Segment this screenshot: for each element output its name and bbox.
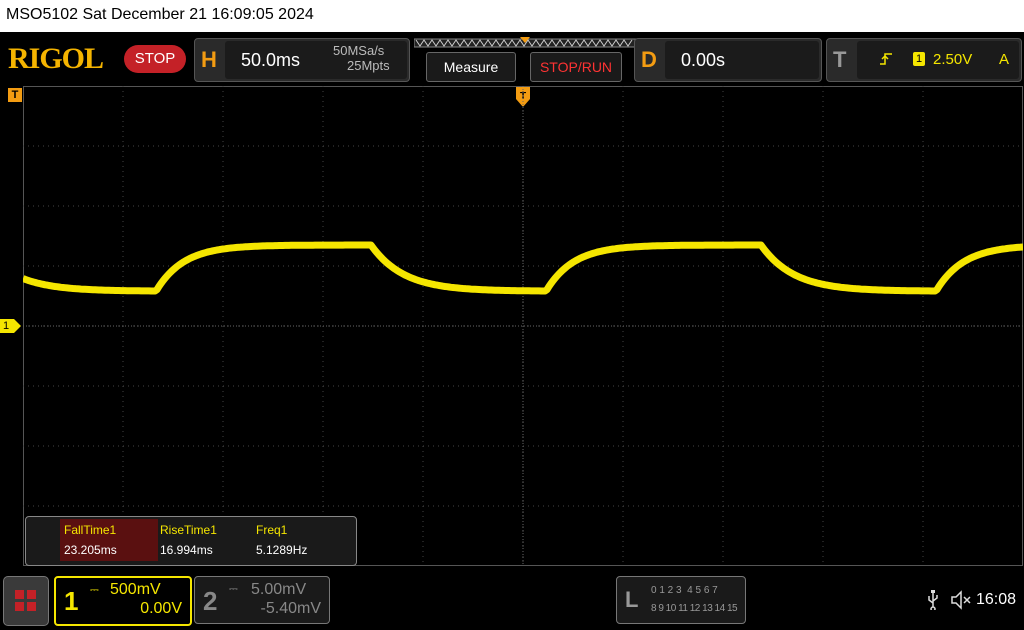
delay-letter: D (641, 47, 657, 72)
meas-value-falltime: 23.205ms (64, 543, 117, 557)
channel1-panel[interactable]: 1 ⎓ 500mV 0.00V (54, 576, 192, 626)
stop-run-button[interactable]: STOP/RUN (530, 52, 622, 82)
measurement-panel[interactable]: FallTime1 RiseTime1 Freq1 23.205ms 16.99… (25, 516, 357, 566)
delay-value: 0.00s (681, 50, 726, 70)
channel2-number: 2 (203, 586, 218, 616)
logic-channels-row2: 8 9 10 11 12 13 14 15 (651, 603, 738, 614)
channel2-scale: 5.00mV (251, 581, 307, 598)
graticule (23, 86, 1023, 566)
trigger-position-marker[interactable]: T (8, 88, 22, 108)
channel2-panel[interactable]: 2 ⎓ 5.00mV -5.40mV (194, 576, 330, 624)
channel2-offset: -5.40mV (260, 600, 321, 617)
menu-button[interactable] (3, 576, 49, 626)
meas-value-risetime: 16.994ms (160, 543, 213, 557)
timebase-value: 50.0ms (241, 50, 301, 70)
mute-icon[interactable] (950, 590, 972, 610)
horizontal-panel[interactable]: H 50.0ms 50MSa/s 25Mpts (194, 38, 410, 82)
meas-header-falltime: FallTime1 (64, 523, 117, 537)
memory-depth: 25Mpts (347, 58, 390, 73)
dc-coupling-icon: ⎓ (229, 583, 238, 595)
title-bar: MSO5102 Sat December 21 16:09:05 2024 (0, 0, 1024, 32)
usb-icon (928, 590, 938, 610)
meas-header-freq: Freq1 (256, 523, 288, 537)
trigger-panel[interactable]: T 1 2.50V A (826, 38, 1022, 82)
run-state-badge[interactable]: STOP (124, 45, 186, 73)
channel1-number: 1 (64, 586, 79, 616)
memory-overview (414, 37, 636, 48)
rising-edge-icon (880, 53, 892, 65)
rigol-logo: RIGOL (8, 42, 104, 75)
device-title: MSO5102 Sat December 21 16:09:05 2024 (6, 6, 314, 23)
logic-channels-row1: 0 1 2 3 4 5 6 7 (651, 585, 718, 596)
trigger-letter: T (833, 47, 847, 72)
logic-panel[interactable]: L 0 1 2 3 4 5 6 7 8 9 10 11 12 13 14 15 (616, 576, 746, 624)
channel1-scale: 500mV (110, 581, 161, 598)
delay-panel[interactable]: D 0.00s (634, 38, 822, 82)
measurement-table: FallTime1 RiseTime1 Freq1 23.205ms 16.99… (60, 523, 340, 557)
meas-value-freq: 5.1289Hz (256, 543, 308, 557)
waveform-display[interactable] (23, 86, 1023, 566)
channel1-offset: 0.00V (140, 600, 182, 617)
trigger-mode: A (999, 51, 1010, 68)
meas-header-risetime: RiseTime1 (160, 523, 217, 537)
measure-button[interactable]: Measure (426, 52, 516, 82)
sample-rate: 50MSa/s (333, 43, 385, 58)
dc-coupling-icon: ⎓ (90, 584, 99, 596)
logic-letter: L (625, 587, 639, 612)
horizontal-letter: H (201, 47, 217, 72)
clock-time: 16:08 (976, 591, 1017, 608)
trigger-channel-badge: 1 (913, 52, 925, 66)
trigger-level: 2.50V (933, 51, 973, 68)
channel1-offset-marker[interactable]: 1 (0, 319, 21, 333)
menu-grid-icon (15, 590, 36, 611)
